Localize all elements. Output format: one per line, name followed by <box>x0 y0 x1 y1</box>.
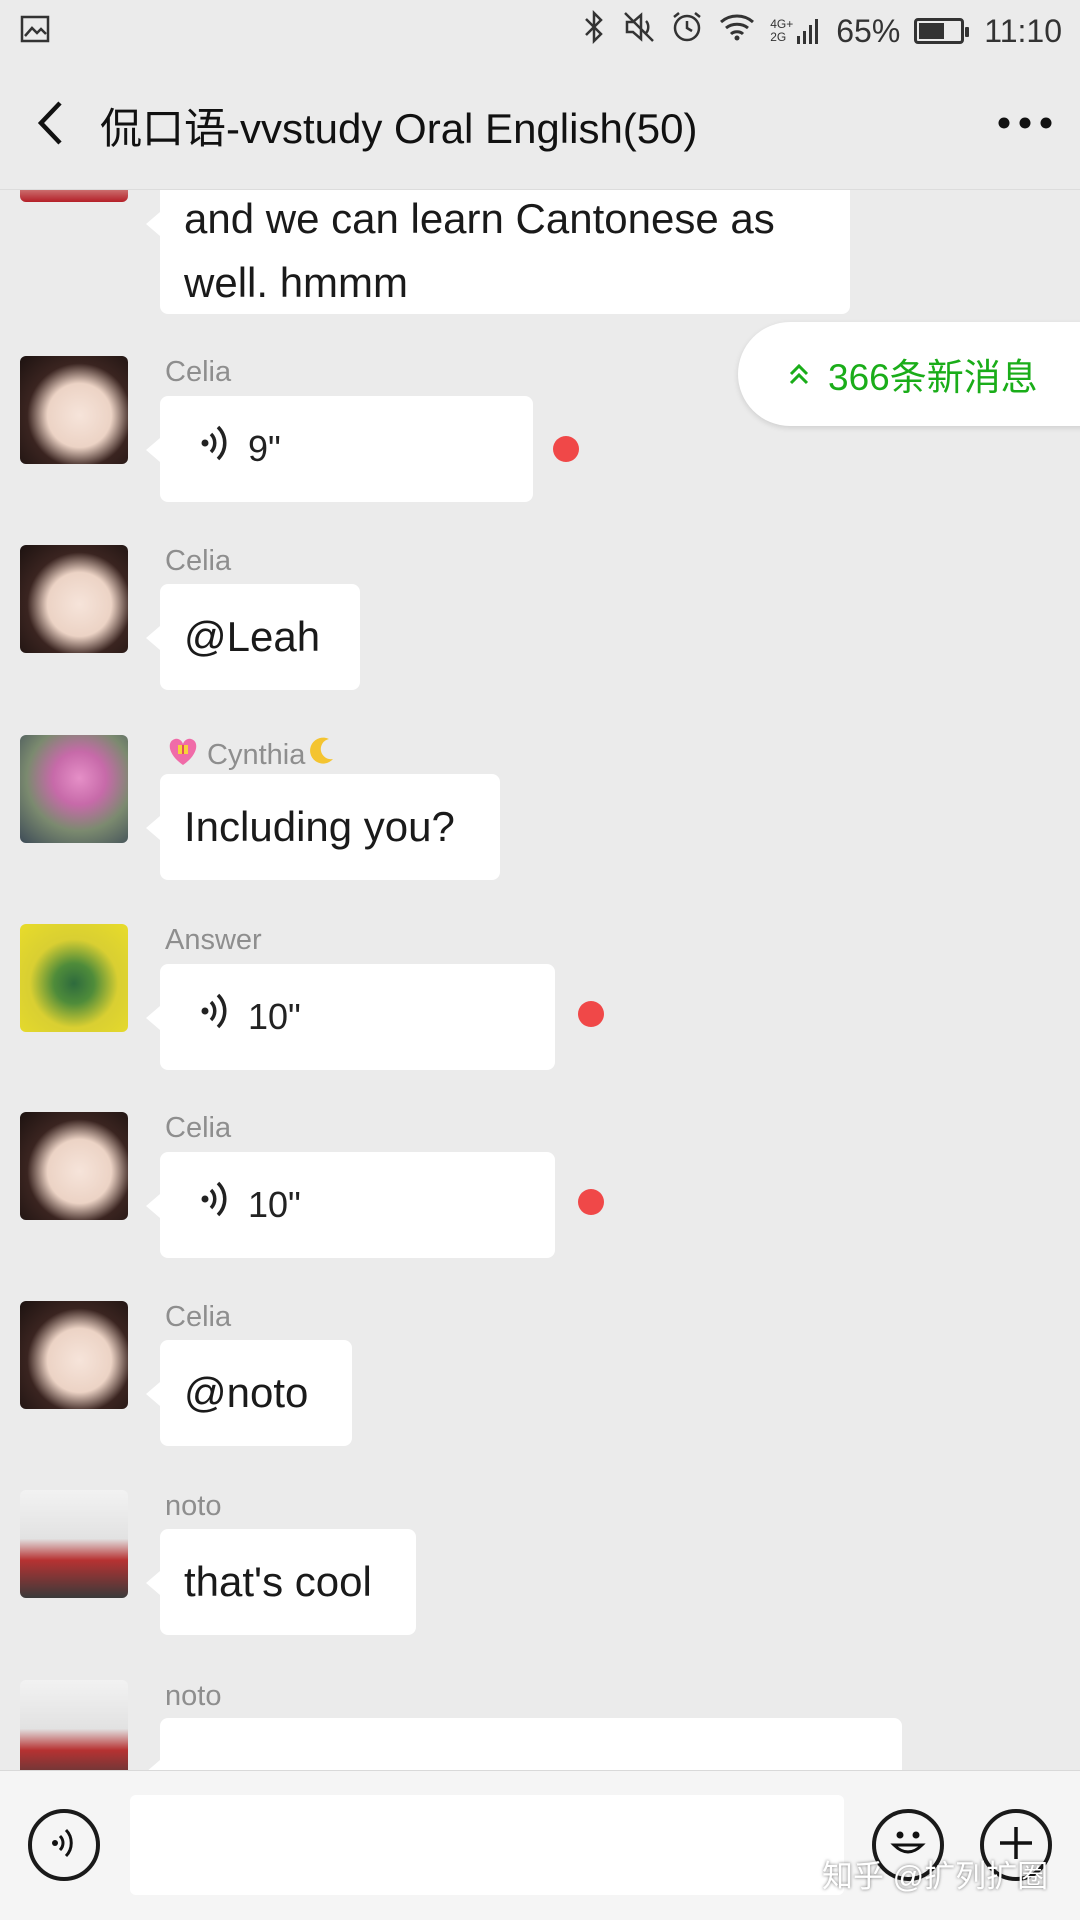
message-list[interactable]: and we can learn Cantonese as well. hmmm… <box>0 190 1080 1770</box>
message-text: @Leah <box>184 613 321 660</box>
message-text-line: and we can learn Cantonese as <box>184 195 775 242</box>
voice-duration: 10" <box>248 1184 301 1225</box>
chat-title: 侃口语-vvstudy Oral English(50) <box>100 105 698 152</box>
voice-wave-icon <box>200 417 230 481</box>
voice-message-bubble[interactable]: 10" <box>146 1152 555 1258</box>
sender-name: Answer <box>165 924 262 956</box>
voice-duration: 10" <box>248 996 301 1037</box>
sender-name: Celia <box>165 1301 232 1333</box>
avatar[interactable] <box>20 924 128 1032</box>
avatar[interactable] <box>20 1680 128 1770</box>
voice-message-bubble[interactable]: 10" <box>146 964 555 1070</box>
watermark: 知乎 @扩列扩圈 <box>822 1859 1049 1894</box>
sender-name-text: Cynthia <box>207 738 306 771</box>
unread-dot <box>553 436 579 462</box>
status-bar: 4G+ 2G 65% 11:10 <box>0 0 1080 62</box>
sender-name: Celia <box>165 545 232 577</box>
bluetooth-icon <box>580 9 608 52</box>
sender-name: Cynthia <box>165 735 337 775</box>
new-messages-button[interactable]: 366条新消息 <box>738 322 1080 426</box>
voice-message-bubble[interactable]: 9" <box>146 396 533 502</box>
voice-wave-icon <box>200 985 230 1049</box>
more-dots-icon <box>997 116 1053 135</box>
sender-name: Celia <box>165 356 232 388</box>
avatar[interactable] <box>20 190 128 202</box>
battery-percent: 65% <box>836 12 901 49</box>
unread-dot <box>578 1001 604 1027</box>
message-text: Including you? <box>184 803 455 850</box>
alarm-icon <box>670 10 704 52</box>
avatar[interactable] <box>20 356 128 464</box>
avatar[interactable] <box>20 1112 128 1220</box>
voice-mode-button[interactable] <box>28 1809 100 1881</box>
wifi-icon <box>718 12 756 50</box>
back-chevron-icon <box>33 98 67 153</box>
voice-mode-icon <box>49 1825 79 1866</box>
signal-icon: 4G+ 2G <box>770 16 822 46</box>
double-chevron-up-icon <box>788 353 810 395</box>
voice-wave-icon <box>200 1173 230 1237</box>
voice-duration: 9" <box>248 428 281 469</box>
sender-name: Celia <box>165 1112 232 1144</box>
unread-dot <box>578 1189 604 1215</box>
back-button[interactable] <box>0 62 100 190</box>
message-bubble[interactable]: that's cool <box>146 1529 416 1635</box>
mute-icon <box>622 10 656 52</box>
chat-header: 侃口语-vvstudy Oral English(50) <box>0 62 1080 190</box>
avatar[interactable] <box>20 545 128 653</box>
message-bubble[interactable]: Including you? <box>146 774 500 880</box>
new-messages-label: 366条新消息 <box>828 357 1038 398</box>
message-bubble[interactable] <box>146 1718 902 1770</box>
message-text: that's cool <box>184 1558 372 1605</box>
avatar[interactable] <box>20 735 128 843</box>
sender-name: noto <box>165 1680 222 1712</box>
avatar[interactable] <box>20 1490 128 1598</box>
battery-icon <box>914 18 970 44</box>
message-text: @noto <box>184 1369 309 1416</box>
avatar[interactable] <box>20 1301 128 1409</box>
sender-name: noto <box>165 1490 222 1522</box>
image-icon <box>20 14 50 49</box>
message-bubble[interactable]: @noto <box>146 1340 352 1446</box>
input-bar <box>0 1770 1080 1920</box>
message-text-line: well. hmmm <box>184 259 409 306</box>
more-button[interactable] <box>970 62 1080 190</box>
clock: 11:10 <box>984 12 1062 49</box>
heart-gift-icon <box>165 735 201 775</box>
message-bubble[interactable]: and we can learn Cantonese as well. hmmm <box>146 190 850 314</box>
message-bubble[interactable]: @Leah <box>146 584 360 690</box>
message-input[interactable] <box>130 1795 844 1895</box>
crescent-moon-icon <box>307 735 337 775</box>
